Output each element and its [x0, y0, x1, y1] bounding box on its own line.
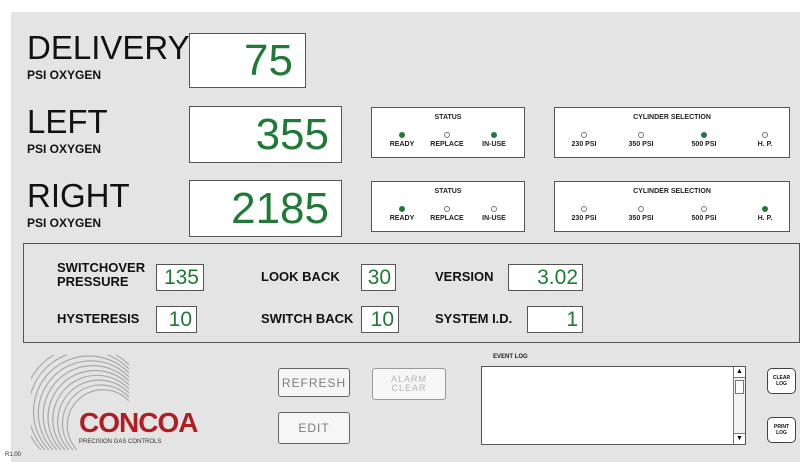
- switchover-pressure-label: SWITCHOVER PRESSURE: [57, 260, 146, 290]
- print-log-line2: LOG: [776, 430, 787, 436]
- option-label: 230 PSI: [571, 141, 597, 148]
- settings-frame: [23, 243, 800, 343]
- edit-button[interactable]: EDIT: [278, 412, 350, 444]
- option-label: 350 PSI: [628, 141, 654, 148]
- left-cylinder-350[interactable]: 350 PSI: [611, 132, 671, 148]
- left-status-box: STATUS READY REPLACE IN-USE: [371, 107, 525, 158]
- radio-indicator[interactable]: [701, 132, 707, 138]
- left-status-title: STATUS: [434, 114, 462, 121]
- right-cylinder-selection-box: CYLINDER SELECTION 230 PSI 350 PSI 500 P…: [554, 181, 790, 232]
- left-cylinder-selection-box: CYLINDER SELECTION 230 PSI 350 PSI 500 P…: [554, 107, 790, 158]
- control-panel: DELIVERY PSI OXYGEN 75 LEFT PSI OXYGEN 3…: [5, 12, 800, 462]
- event-log-title: EVENT LOG: [493, 354, 528, 360]
- concoa-logo: CONCOA PRECISION GAS CONTROLS: [31, 355, 201, 455]
- right-status-box: STATUS READY REPLACE IN-USE: [371, 181, 525, 232]
- option-label: H. P.: [757, 141, 773, 148]
- refresh-button[interactable]: REFRESH: [278, 368, 350, 397]
- left-status-in-use: IN-USE: [464, 132, 524, 148]
- delivery-pressure-display: 75: [189, 33, 306, 88]
- radio-indicator[interactable]: [581, 206, 587, 212]
- switch-back-value[interactable]: 10: [361, 306, 399, 333]
- delivery-title: DELIVERY: [27, 29, 190, 66]
- right-status-in-use: IN-USE: [464, 206, 524, 222]
- option-label: 500 PSI: [691, 141, 717, 148]
- left-title: LEFT: [27, 103, 108, 140]
- option-label: 500 PSI: [691, 215, 717, 222]
- radio-indicator[interactable]: [638, 132, 644, 138]
- left-cylinder-500[interactable]: 500 PSI: [674, 132, 734, 148]
- alarm-clear-line2: CLEAR: [391, 383, 427, 393]
- scroll-down-icon[interactable]: ▼: [734, 433, 745, 444]
- right-pressure-display: 2185: [189, 180, 342, 237]
- revision-label: R1.00: [5, 452, 22, 458]
- look-back-label: LOOK BACK: [261, 269, 340, 284]
- scroll-thumb[interactable]: [735, 380, 744, 394]
- hysteresis-value[interactable]: 10: [156, 306, 197, 333]
- option-label: 350 PSI: [628, 215, 654, 222]
- option-label: H. P.: [757, 215, 773, 222]
- left-cylinder-hp[interactable]: H. P.: [735, 132, 795, 148]
- scroll-up-icon[interactable]: ▲: [734, 367, 745, 378]
- logo-brand: CONCOA: [79, 407, 198, 438]
- led-indicator: [444, 206, 450, 212]
- version-label: VERSION: [435, 269, 494, 284]
- right-cylinder-230[interactable]: 230 PSI: [554, 206, 614, 222]
- led-indicator: [444, 132, 450, 138]
- indicator-label: IN-USE: [482, 141, 506, 148]
- switchover-label-line1: SWITCHOVER: [57, 260, 146, 275]
- option-label: 230 PSI: [571, 215, 597, 222]
- delivery-unit-label: PSI OXYGEN: [27, 68, 102, 82]
- radio-indicator[interactable]: [701, 206, 707, 212]
- event-log-box[interactable]: ▲ ▼: [481, 366, 746, 445]
- right-unit-label: PSI OXYGEN: [27, 216, 102, 230]
- radio-indicator[interactable]: [638, 206, 644, 212]
- right-cylinder-350[interactable]: 350 PSI: [611, 206, 671, 222]
- led-indicator: [491, 206, 497, 212]
- event-log-scrollbar[interactable]: ▲ ▼: [733, 367, 745, 444]
- hysteresis-label: HYSTERESIS: [57, 311, 140, 326]
- switchover-label-line2: PRESSURE: [57, 274, 129, 290]
- led-indicator: [399, 132, 405, 138]
- left-pressure-display: 355: [189, 106, 342, 163]
- right-cylinder-title: CYLINDER SELECTION: [633, 188, 711, 195]
- clear-log-button[interactable]: CLEAR LOG: [767, 368, 796, 394]
- led-indicator: [399, 206, 405, 212]
- print-log-button[interactable]: PRINT LOG: [767, 417, 796, 443]
- left-cylinder-title: CYLINDER SELECTION: [633, 114, 711, 121]
- logo-tagline: PRECISION GAS CONTROLS: [79, 439, 162, 445]
- version-value: 3.02: [508, 264, 583, 291]
- right-cylinder-hp[interactable]: H. P.: [735, 206, 795, 222]
- switch-back-label: SWITCH BACK: [261, 311, 354, 326]
- alarm-clear-button[interactable]: ALARM CLEAR: [372, 368, 446, 400]
- led-indicator: [491, 132, 497, 138]
- radio-indicator[interactable]: [581, 132, 587, 138]
- right-status-title: STATUS: [434, 188, 462, 195]
- right-title: RIGHT: [27, 177, 130, 214]
- switchover-pressure-value[interactable]: 135: [156, 264, 204, 291]
- right-cylinder-500[interactable]: 500 PSI: [674, 206, 734, 222]
- left-unit-label: PSI OXYGEN: [27, 142, 102, 156]
- clear-log-line2: LOG: [776, 381, 787, 387]
- look-back-value[interactable]: 30: [361, 264, 396, 291]
- left-cylinder-230[interactable]: 230 PSI: [554, 132, 614, 148]
- radio-indicator[interactable]: [762, 206, 768, 212]
- system-id-value: 1: [527, 306, 583, 333]
- indicator-label: IN-USE: [482, 215, 506, 222]
- system-id-label: SYSTEM I.D.: [435, 311, 513, 326]
- radio-indicator[interactable]: [762, 132, 768, 138]
